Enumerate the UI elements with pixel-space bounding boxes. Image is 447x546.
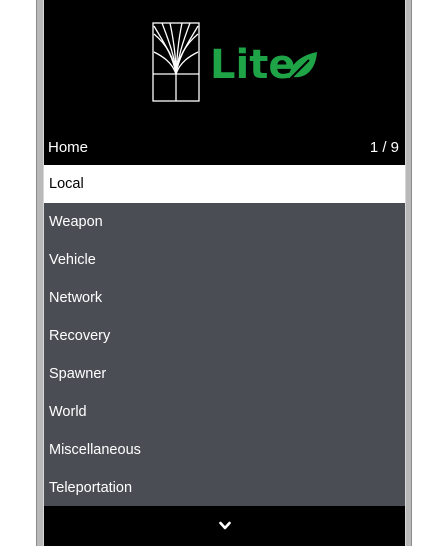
window-frame-right <box>405 0 412 546</box>
menu-option-weapon[interactable]: Weapon <box>44 203 405 241</box>
menu-header: Lite <box>44 0 405 132</box>
menu-option-local[interactable]: Local <box>44 165 405 203</box>
submenu-title: Home <box>48 139 89 156</box>
menu-option-spawner[interactable]: Spawner <box>44 355 405 393</box>
menu-option-world[interactable]: World <box>44 393 405 431</box>
chevron-down-icon[interactable] <box>219 521 231 531</box>
menu-option-network[interactable]: Network <box>44 279 405 317</box>
leaf-icon <box>288 52 317 81</box>
menu-option-list: Local Weapon Vehicle Network Recovery Sp… <box>44 165 405 506</box>
option-counter: 1 / 9 <box>369 139 399 156</box>
mod-menu: Lite Home 1 / 9 Local Weapon Vehicle Net… <box>44 0 405 546</box>
logo-mark-icon <box>152 22 200 102</box>
window-frame-left <box>36 0 44 546</box>
submenu-header: Home 1 / 9 <box>44 132 405 165</box>
menu-option-teleportation[interactable]: Teleportation <box>44 469 405 507</box>
menu-option-vehicle[interactable]: Vehicle <box>44 241 405 279</box>
menu-footer <box>44 506 405 546</box>
logo-text: Lite <box>210 42 296 88</box>
menu-option-recovery[interactable]: Recovery <box>44 317 405 355</box>
menu-option-miscellaneous[interactable]: Miscellaneous <box>44 431 405 469</box>
